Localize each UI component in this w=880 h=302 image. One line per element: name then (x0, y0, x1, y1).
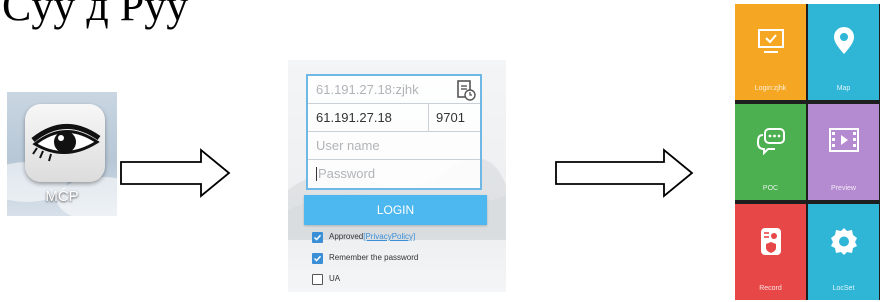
app-tile (25, 104, 105, 182)
username-input[interactable]: User name (308, 132, 480, 160)
history-icon[interactable] (456, 79, 476, 101)
caption-text: Cyy д Pyy (2, 0, 189, 30)
tile-login[interactable]: Login:zjhk (735, 4, 806, 100)
remember-option[interactable]: Remember the password (312, 251, 418, 265)
app-label: MCP (45, 188, 79, 205)
login-button[interactable]: LOGIN (304, 195, 487, 225)
remember-label: Remember the password (329, 253, 419, 262)
tile-record[interactable]: Record (735, 204, 806, 300)
monitor-check-icon (757, 29, 784, 53)
tile-label: Preview (831, 185, 856, 192)
tile-label: Record (759, 285, 782, 292)
tile-label: Map (836, 85, 851, 92)
tile-label: LocSet (832, 285, 855, 292)
location-pin-icon (833, 27, 854, 54)
tile-label: POC (762, 185, 779, 192)
film-play-icon (828, 128, 859, 152)
eye-icon (31, 124, 101, 162)
tile-poc[interactable]: POC (735, 104, 806, 200)
address-row: 61.191.27.18 9701 (308, 104, 480, 132)
server-field[interactable]: 61.191.27.18:zjhk (308, 76, 480, 104)
right-arrow-icon (120, 148, 231, 198)
remember-checkbox[interactable] (312, 252, 323, 264)
chat-bubble-icon (756, 128, 785, 156)
checkmark-icon (313, 255, 322, 262)
tile-label: Login:zjhk (754, 85, 787, 92)
main-menu-grid: Login:zjhk Map POC Preview Record LocSet (735, 4, 880, 300)
tile-map[interactable]: Map (808, 4, 879, 100)
camera-record-icon (760, 228, 781, 255)
approved-label: Approved (329, 232, 364, 241)
tile-preview[interactable]: Preview (808, 104, 879, 200)
right-arrow-icon (555, 148, 694, 198)
app-icon-mcp[interactable]: MCP (7, 92, 117, 216)
login-screen: 61.191.27.18:zjhk 61.191.27.18 9701 User… (288, 60, 506, 292)
checkmark-icon (313, 234, 322, 241)
approved-checkbox[interactable] (312, 231, 323, 243)
privacy-policy-link[interactable]: [PrivacyPolicy] (363, 230, 415, 244)
server-placeholder: 61.191.27.18:zjhk (316, 82, 419, 97)
ua-checkbox[interactable] (312, 273, 323, 285)
login-form: 61.191.27.18:zjhk 61.191.27.18 9701 User… (306, 74, 482, 190)
port-input[interactable]: 9701 (436, 104, 465, 132)
username-placeholder: User name (316, 138, 380, 153)
tile-locset[interactable]: LocSet (808, 204, 879, 300)
password-placeholder: Password (318, 166, 376, 181)
ua-option[interactable]: UA (312, 272, 340, 286)
divider (428, 104, 429, 131)
ip-input[interactable]: 61.191.27.18 (316, 110, 392, 125)
ua-label: UA (329, 274, 341, 283)
text-cursor (316, 167, 317, 181)
password-input[interactable]: Password (308, 160, 480, 188)
gear-icon (830, 228, 857, 255)
approved-option[interactable]: Approved [PrivacyPolicy] (312, 230, 415, 244)
